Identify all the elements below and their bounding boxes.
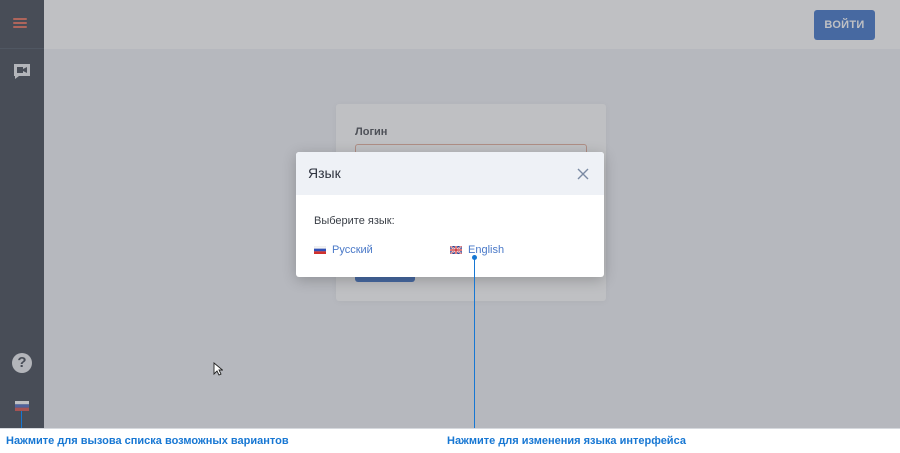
callout-line-language-option [474,258,475,434]
uk-flag-icon [449,245,463,255]
mouse-cursor-icon [213,362,223,376]
app-window: ? ВОЙТИ Логин Язык Выберите язык: Русски… [0,0,900,428]
language-option-english[interactable]: English [449,244,504,256]
language-option-russian[interactable]: Русский [313,244,373,256]
language-modal: Язык Выберите язык: Русский English [296,152,604,277]
language-option-label: Русский [332,244,373,256]
close-icon[interactable] [577,168,589,180]
russian-flag-icon [313,245,327,254]
language-prompt: Выберите язык: [314,215,395,227]
callout-dot-language-option [472,255,477,260]
language-button-hint: Нажмите для вызова списка возможных вари… [6,435,289,447]
language-option-hint: Нажмите для изменения языка интерфейса [447,435,686,447]
modal-header: Язык [296,152,604,195]
modal-title: Язык [308,165,341,181]
